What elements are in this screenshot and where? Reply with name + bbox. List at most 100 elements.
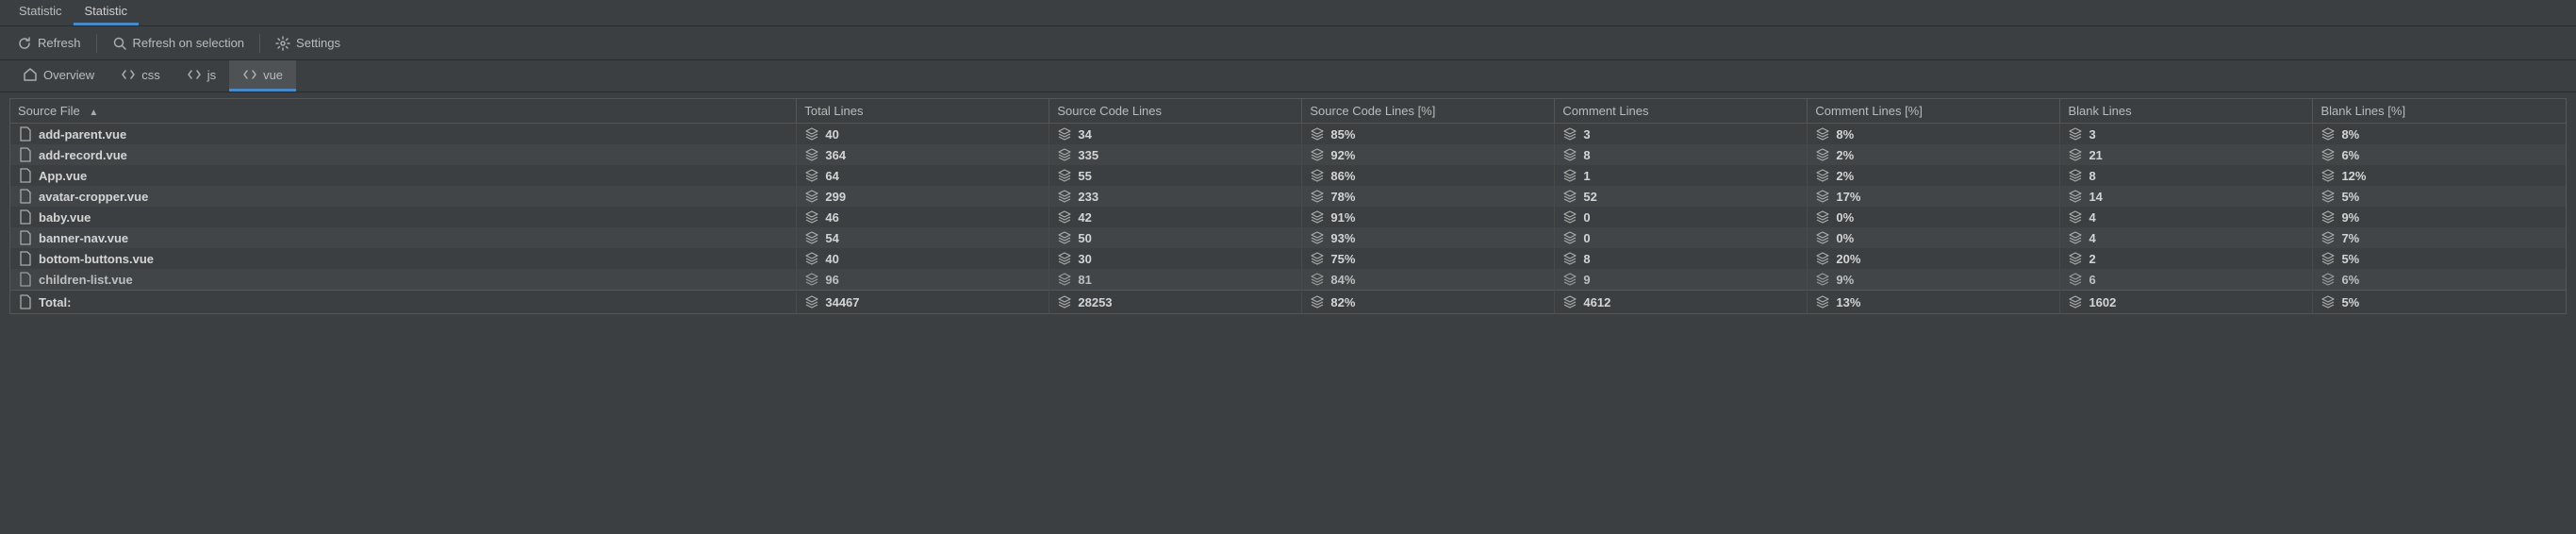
stack-icon [1562, 294, 1577, 309]
stack-icon [1562, 230, 1577, 245]
code-pct: 86% [1330, 169, 1355, 183]
file-icon [18, 147, 33, 162]
column-header-blank-lines-pct[interactable]: Blank Lines [%] [2313, 99, 2566, 124]
top-tab-statistic-1[interactable]: Statistic [8, 0, 74, 25]
stack-icon [2068, 230, 2083, 245]
table-row[interactable]: App.vue645586%12%812% [10, 165, 2566, 186]
comment-lines: 3 [1583, 127, 1590, 142]
sub-tab-vue[interactable]: vue [229, 60, 296, 92]
top-tabs: Statistic Statistic [0, 0, 2576, 26]
code-lines: 42 [1078, 210, 1091, 225]
column-header-source-file[interactable]: Source File ▲ [10, 99, 797, 124]
stack-icon [1057, 126, 1072, 142]
table-row[interactable]: avatar-cropper.vue29923378%5217%145% [10, 186, 2566, 207]
stack-icon [1562, 189, 1577, 204]
table-row[interactable]: add-parent.vue403485%38%38% [10, 124, 2566, 145]
comment-lines: 8 [1583, 148, 1590, 162]
sub-tab-overview[interactable]: Overview [9, 60, 107, 92]
column-header-comment-lines[interactable]: Comment Lines [1555, 99, 1808, 124]
blank-pct: 6% [2341, 273, 2359, 287]
comment-pct: 8% [1836, 127, 1854, 142]
comment-pct: 2% [1836, 169, 1854, 183]
stack-icon [1310, 209, 1325, 225]
blank-lines: 3 [2089, 127, 2095, 142]
code-pct: 75% [1330, 252, 1355, 266]
stack-icon [2320, 168, 2336, 183]
blank-lines: 4 [2089, 210, 2095, 225]
stack-icon [2068, 272, 2083, 287]
blank-lines: 21 [2089, 148, 2102, 162]
blank-pct: 5% [2341, 252, 2359, 266]
code-icon [242, 67, 257, 82]
settings-button[interactable]: Settings [270, 32, 346, 55]
stack-icon [1057, 251, 1072, 266]
toolbar-separator [96, 34, 97, 53]
file-icon [18, 251, 33, 266]
column-header-source-code-lines-pct[interactable]: Source Code Lines [%] [1302, 99, 1555, 124]
column-header-comment-lines-pct[interactable]: Comment Lines [%] [1808, 99, 2060, 124]
stack-icon [2068, 126, 2083, 142]
sub-tab-label: Overview [43, 68, 94, 82]
blank-lines: 8 [2089, 169, 2095, 183]
table-row[interactable]: children-list.vue968184%99%66% [10, 269, 2566, 291]
stack-icon [1562, 209, 1577, 225]
code-lines: 50 [1078, 231, 1091, 245]
code-pct: 93% [1330, 231, 1355, 245]
stack-icon [1815, 209, 1830, 225]
stack-icon [1815, 230, 1830, 245]
comment-pct: 2% [1836, 148, 1854, 162]
blank-pct: 6% [2341, 148, 2359, 162]
table-row[interactable]: bottom-buttons.vue403075%820%25% [10, 248, 2566, 269]
stack-icon [1815, 189, 1830, 204]
stack-icon [804, 189, 819, 204]
stack-icon [1310, 189, 1325, 204]
total-label: Total: [39, 295, 71, 309]
comment-lines: 8 [1583, 252, 1590, 266]
stack-icon [804, 294, 819, 309]
blank-lines: 6 [2089, 273, 2095, 287]
sub-tabs: Overview css js vue [0, 60, 2576, 92]
stack-icon [804, 272, 819, 287]
table-row[interactable]: baby.vue464291%00%49% [10, 207, 2566, 227]
stack-icon [2320, 189, 2336, 204]
stack-icon [1057, 272, 1072, 287]
column-header-label: Source File [18, 104, 80, 118]
sub-tab-css[interactable]: css [107, 60, 173, 92]
sub-tab-js[interactable]: js [173, 60, 229, 92]
file-icon [18, 168, 33, 183]
stack-icon [2320, 294, 2336, 309]
file-name: banner-nav.vue [39, 231, 128, 245]
sort-ascending-icon: ▲ [89, 108, 98, 118]
column-header-total-lines[interactable]: Total Lines [797, 99, 1049, 124]
comment-lines: 0 [1583, 210, 1590, 225]
stack-icon [2320, 126, 2336, 142]
top-tab-statistic-2[interactable]: Statistic [74, 0, 140, 25]
file-icon [18, 230, 33, 245]
table-row[interactable]: banner-nav.vue545093%00%47% [10, 227, 2566, 248]
sub-tab-label: js [207, 68, 216, 82]
file-icon [18, 189, 33, 204]
table-row[interactable]: add-record.vue36433592%82%216% [10, 144, 2566, 165]
file-name: baby.vue [39, 210, 91, 225]
stack-icon [1310, 147, 1325, 162]
stack-icon [2068, 168, 2083, 183]
blank-pct: 8% [2341, 127, 2359, 142]
stack-icon [804, 126, 819, 142]
blank-pct: 7% [2341, 231, 2359, 245]
total-code-pct: 82% [1330, 295, 1355, 309]
blank-lines: 14 [2089, 190, 2102, 204]
blank-lines: 2 [2089, 252, 2095, 266]
column-header-blank-lines[interactable]: Blank Lines [2060, 99, 2313, 124]
total-comment-lines: 4612 [1583, 295, 1610, 309]
column-header-source-code-lines[interactable]: Source Code Lines [1049, 99, 1302, 124]
stack-icon [1310, 168, 1325, 183]
refresh-on-selection-label: Refresh on selection [133, 36, 245, 50]
refresh-on-selection-button[interactable]: Refresh on selection [107, 32, 251, 55]
total-lines: 40 [825, 252, 838, 266]
refresh-button[interactable]: Refresh [11, 32, 87, 55]
stack-icon [804, 168, 819, 183]
stack-icon [1815, 147, 1830, 162]
stack-icon [1057, 147, 1072, 162]
sub-tab-label: vue [263, 68, 283, 82]
comment-lines: 9 [1583, 273, 1590, 287]
